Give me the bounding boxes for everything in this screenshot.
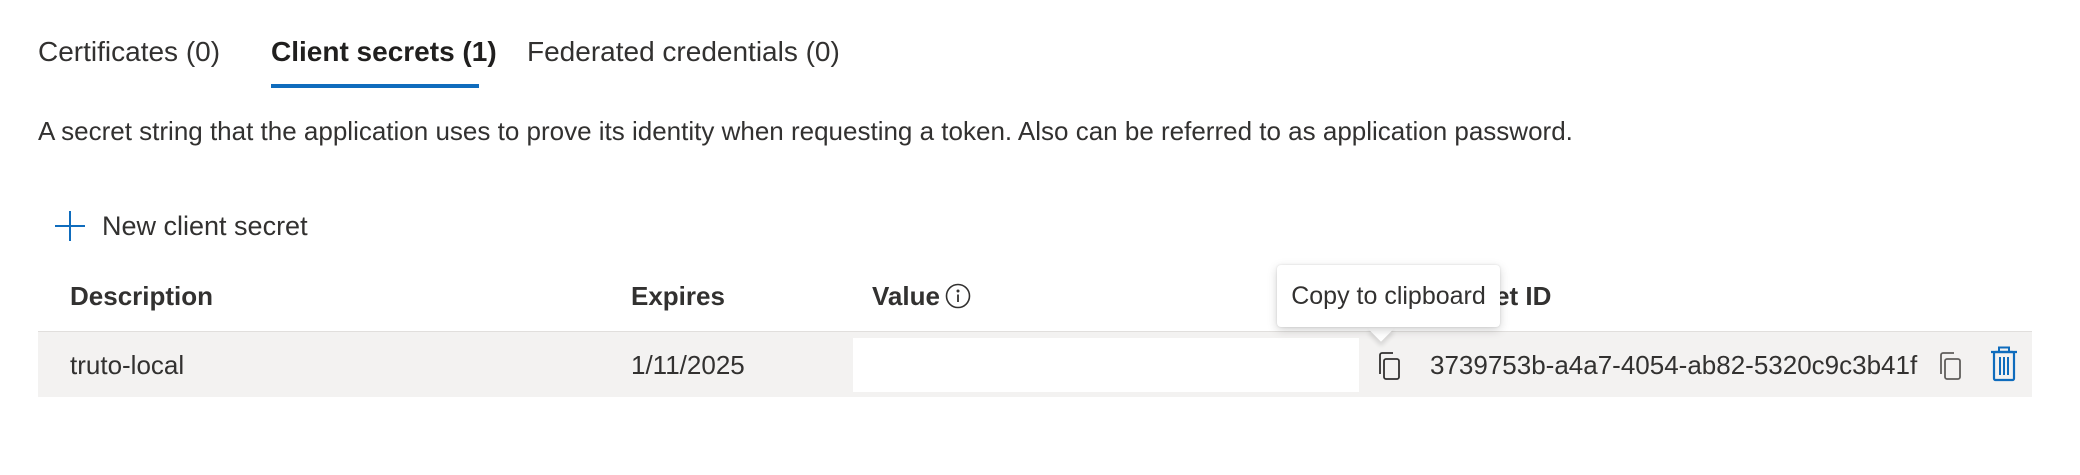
column-header-description: Description: [70, 281, 214, 311]
trash-icon[interactable]: [1988, 346, 2020, 382]
secret-value-field: [853, 338, 1359, 392]
copy-secret-id-icon[interactable]: [1935, 350, 1967, 382]
tab-client-secrets[interactable]: Client secrets (1): [271, 36, 497, 68]
column-header-value: Value: [872, 281, 940, 311]
active-tab-indicator: [271, 84, 479, 88]
tab-certificates[interactable]: Certificates (0): [38, 36, 220, 68]
column-header-expires: Expires: [631, 281, 725, 311]
secret-expires-cell: 1/11/2025: [631, 350, 745, 380]
info-icon[interactable]: [945, 283, 971, 309]
section-description: A secret string that the application use…: [38, 116, 1573, 146]
client-secrets-page: Certificates (0) Client secrets (1) Fede…: [0, 0, 2080, 475]
column-header-secret-id: et ID: [1495, 281, 1552, 311]
new-client-secret-button[interactable]: New client secret: [54, 206, 308, 246]
secret-id-cell: 3739753b-a4a7-4054-ab82-5320c9c3b41f: [1430, 350, 1918, 380]
copy-value-icon[interactable]: [1374, 350, 1406, 382]
tab-federated-credentials[interactable]: Federated credentials (0): [527, 36, 840, 68]
copy-to-clipboard-tooltip: Copy to clipboard: [1277, 265, 1500, 327]
new-client-secret-label: New client secret: [102, 210, 308, 241]
secret-description-cell: truto-local: [70, 350, 185, 380]
plus-icon: [55, 211, 85, 241]
